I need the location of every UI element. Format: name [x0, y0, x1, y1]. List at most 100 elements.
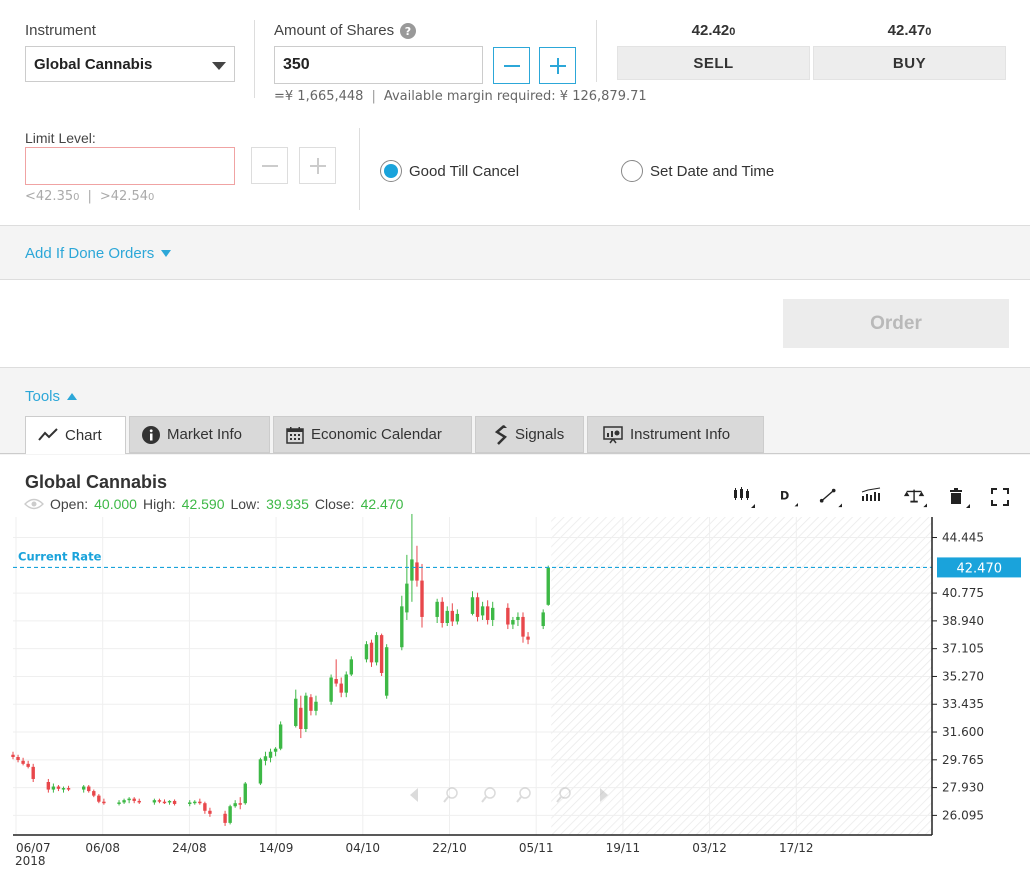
y-tick-label: 37.105 — [942, 642, 984, 656]
candle-body — [480, 606, 485, 616]
candle-body — [546, 567, 550, 605]
tab-chart[interactable]: Chart — [25, 416, 126, 454]
candle-body — [526, 636, 530, 640]
svg-text:?: ? — [405, 25, 411, 38]
zoom-in-icon — [481, 787, 496, 803]
candle-body — [258, 759, 263, 784]
increase-amount-button[interactable] — [539, 47, 576, 84]
candle-body — [132, 798, 136, 801]
lens-shape — [484, 787, 496, 799]
amount-info: =¥ 1,665,448 | Available margin required… — [274, 89, 647, 104]
x-tick-label: 04/10 — [345, 841, 380, 855]
signals-icon — [494, 424, 507, 445]
sell-button[interactable]: SELL — [617, 46, 810, 80]
tab-market-info[interactable]: Market Info — [129, 416, 270, 453]
radio-good-till-cancel[interactable]: Good Till Cancel — [380, 160, 519, 182]
y-tick-label: 40.775 — [942, 586, 984, 600]
y-tick-label: 26.095 — [942, 808, 984, 822]
indicators-icon[interactable] — [860, 486, 884, 508]
tab-economic-calendar[interactable]: Economic Calendar — [273, 416, 472, 453]
candle-body — [405, 583, 409, 613]
limit-input[interactable] — [25, 147, 235, 185]
candle-body — [384, 647, 389, 696]
candle-body — [294, 698, 298, 726]
order-button[interactable]: Order — [783, 299, 1009, 348]
price-chart[interactable]: Current Rate 42.470 06/07 06/08 24/08 14/09 0… — [0, 512, 1030, 870]
period-icon[interactable]: D — [774, 486, 798, 508]
tab-signals[interactable]: Signals — [475, 416, 584, 453]
candle-body — [238, 803, 242, 805]
buy-price: 42.470 — [887, 22, 932, 39]
candle-body — [374, 635, 379, 663]
current-rate-value: 42.470 — [957, 561, 1003, 576]
tab-instrument-info[interactable]: Instrument Info — [587, 416, 764, 453]
x-tick-label: 03/12 — [692, 841, 727, 855]
candle-body — [26, 763, 30, 767]
radio-button[interactable] — [380, 160, 402, 182]
drawing-icon[interactable] — [818, 486, 842, 508]
decrease-limit-button[interactable] — [251, 147, 288, 184]
candle-body — [450, 610, 455, 622]
candle-body — [198, 801, 202, 804]
sell-price: 42.420 — [691, 22, 736, 39]
x-year-label: 2018 — [15, 854, 46, 868]
instrument-select[interactable]: Global Cannabis — [25, 46, 235, 82]
low-value: 39.935 — [266, 496, 309, 512]
candle-body — [56, 786, 61, 789]
candle-body — [127, 798, 131, 801]
presentation-icon — [603, 425, 623, 443]
amount-input[interactable]: 350 — [274, 46, 483, 84]
minus-icon — [261, 164, 278, 167]
radio-set-date-time[interactable]: Set Date and Time — [621, 160, 774, 182]
radio-label: Good Till Cancel — [409, 162, 520, 180]
tab-active-gap — [26, 453, 125, 454]
candle-body — [81, 786, 86, 790]
candle-body — [243, 783, 247, 804]
candlestick-type-icon[interactable] — [731, 486, 755, 508]
triangle-down-icon — [161, 249, 172, 257]
candle-body — [46, 782, 51, 790]
x-tick-label: 06/07 — [16, 841, 51, 855]
eye-icon[interactable] — [24, 498, 44, 510]
separator: | — [371, 89, 376, 104]
chart-title: Global Cannabis — [25, 472, 168, 492]
add-if-done-orders-link[interactable]: Add If Done Orders — [25, 245, 172, 262]
candle-body — [137, 800, 141, 803]
instrument-value: Global Cannabis — [34, 56, 153, 73]
radio-button[interactable] — [621, 160, 643, 182]
candle-body — [415, 562, 419, 581]
candle-body — [541, 612, 545, 627]
line-chart-icon — [38, 428, 58, 441]
candle-body — [314, 701, 318, 711]
plus-icon — [309, 157, 326, 174]
amount-label: Amount of Shares ? — [274, 22, 417, 39]
high-value: 42.590 — [181, 496, 225, 512]
candle-body — [304, 695, 308, 729]
divider — [359, 128, 360, 210]
fullscreen-icon[interactable] — [988, 486, 1012, 508]
limit-hints: <42.350 | >42.540 — [25, 189, 154, 204]
candle-body — [268, 751, 273, 758]
radio-label: Set Date and Time — [650, 162, 775, 180]
candle-body — [223, 813, 227, 823]
candle-body — [152, 800, 157, 803]
trash-icon[interactable] — [946, 486, 970, 508]
current-rate-label: Current Rate — [18, 549, 102, 563]
x-tick-label: 24/08 — [172, 841, 207, 855]
handle-shape — [481, 796, 487, 803]
chevron-down-icon[interactable] — [212, 62, 226, 70]
y-tick-label: 38.940 — [942, 614, 984, 628]
candle-body — [172, 800, 177, 804]
tools-toggle[interactable]: Tools — [25, 388, 78, 405]
decrease-amount-button[interactable] — [493, 47, 530, 84]
candle-body — [400, 606, 404, 648]
y-tick-label: 29.765 — [942, 753, 984, 767]
candle-body — [470, 597, 475, 614]
compare-icon[interactable] — [903, 486, 927, 508]
ohlc-row: Open: 40.000 High: 42.590 Low: 39.935 Close… — [24, 496, 403, 512]
increase-limit-button[interactable] — [299, 147, 336, 184]
buy-button[interactable]: BUY — [813, 46, 1006, 80]
notional-value: =¥ 1,665,448 — [274, 89, 364, 104]
candle-body — [11, 754, 15, 758]
help-icon[interactable]: ? — [400, 22, 417, 39]
